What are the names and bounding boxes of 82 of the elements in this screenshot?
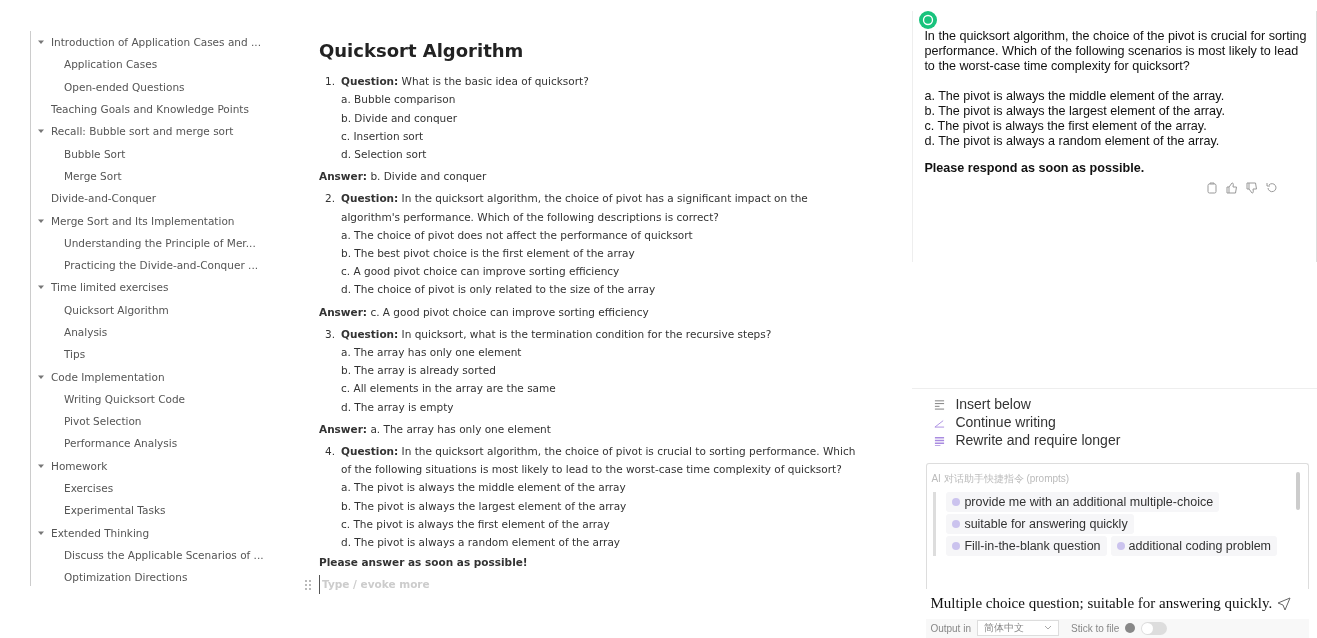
menu-item[interactable]: Rewrite and require longer — [934, 431, 1317, 450]
list-number: 4. — [325, 444, 337, 460]
stick-label: Stick to file — [1070, 622, 1120, 634]
outline-item[interactable]: Discuss the Applicable Scenarios of ... — [37, 543, 262, 567]
outline-item[interactable]: Experimental Tasks — [37, 499, 262, 522]
option-text: d. The pivot is always a random element of the array — [341, 535, 622, 551]
question-text: Question: What is the basic idea of quicksort? — [341, 74, 590, 90]
language-select[interactable]: 简体中文 — [976, 620, 1059, 637]
outline-item[interactable]: Time limited exercises — [37, 276, 262, 299]
toggle-switch[interactable] — [1141, 621, 1168, 635]
menu-item[interactable]: Insert below — [934, 395, 1317, 414]
option-text: c. Insertion sort — [341, 128, 425, 144]
list-number: 3. — [325, 326, 337, 342]
scrollbar[interactable] — [1296, 472, 1300, 511]
outline-item[interactable]: Merge Sort and Its Implementation — [37, 209, 262, 232]
regenerate-icon[interactable] — [1266, 182, 1278, 194]
lines-icon — [934, 434, 946, 446]
outline-item[interactable]: Analysis — [37, 320, 262, 344]
assistant-avatar-icon — [919, 11, 938, 29]
prompt-chip[interactable]: suitable for answering quickly — [946, 514, 1134, 535]
option-text: a. The pivot is always the middle element of the array. — [924, 89, 1226, 104]
option-text: c. A good pivot choice can improve sorting efficiency — [341, 264, 621, 280]
outline-item[interactable]: Tips — [37, 343, 262, 366]
outline-item[interactable]: Writing Quicksort Code — [37, 387, 262, 411]
question-text: Question: In the quicksort algorithm, the choice of pivot is crucial to sorting performance. Which of the following situations is most likely to lead to the worst-case time complexity of quicksort? — [341, 444, 857, 478]
question-text: Question: In quicksort, what is the termination condition for the recursive steps? — [341, 326, 773, 342]
send-icon[interactable] — [1277, 596, 1291, 611]
option-text: a. The pivot is always the middle element of the array — [341, 480, 627, 496]
option-text: a. The choice of pivot does not affect the performance of quicksort — [341, 227, 694, 243]
message-closing: Please respond as soon as possible. — [924, 161, 1146, 176]
option-text: c. All elements in the array are the same — [341, 381, 557, 397]
outline-item[interactable]: Exercises — [37, 476, 262, 500]
option-text: b. Divide and conquer — [341, 110, 458, 126]
drag-handle-icon[interactable] — [305, 579, 311, 590]
option-text: d. The pivot is always a random element of the array. — [924, 134, 1221, 149]
prompt-chip[interactable]: additional coding problem — [1110, 536, 1278, 557]
outline-item[interactable]: Optimization Directions — [37, 566, 262, 589]
option-text: d. The array is empty — [341, 399, 455, 415]
chevron-icon — [1043, 625, 1052, 632]
answer-text: Answer: a. The array has only one element — [319, 421, 552, 437]
outline-item[interactable]: Recall: Bubble sort and merge sort — [37, 120, 262, 143]
insert-below-icon — [934, 398, 946, 410]
outline-item[interactable]: Homework — [37, 454, 262, 477]
prompt-chip[interactable]: provide me with an additional multiple-choice — [946, 492, 1220, 513]
message-text: In the quicksort algorithm, the choice of the pivot is crucial for sorting performance. Which of the following scenarios is most likely to lead to the worst-case time complexity for quicksort? — [924, 29, 1308, 74]
outline-item[interactable]: Practicing the Divide-and-Conquer ... — [37, 253, 262, 277]
option-text: a. The array has only one element — [341, 345, 523, 361]
outline-item[interactable]: Pivot Selection — [37, 410, 262, 433]
thumbs-up-icon[interactable] — [1226, 182, 1238, 194]
outline-item[interactable]: Code Implementation — [37, 365, 262, 388]
option-text: c. The pivot is always the first element of the array. — [924, 119, 1208, 134]
outline-item[interactable]: Application Cases — [37, 53, 262, 76]
answer-text: Answer: c. A good pivot choice can improve sorting efficiency — [319, 304, 650, 320]
outline-item[interactable]: Bubble Sort — [37, 142, 262, 165]
question-text: Question: In the quicksort algorithm, the choice of pivot has a significant impact on the algorithm's performance. Which of the following descriptions is correct? — [341, 191, 809, 225]
option-text: d. The choice of pivot is only related to the size of the array — [341, 282, 657, 298]
outline-item[interactable]: Open-ended Questions — [37, 75, 262, 98]
output-label: Output in — [930, 622, 971, 634]
option-text: d. Selection sort — [341, 147, 428, 162]
thumbs-down-icon[interactable] — [1246, 182, 1258, 194]
option-text: b. The pivot is always the largest element of the array. — [924, 104, 1226, 119]
outline-item[interactable]: Quicksort Algorithm — [37, 298, 262, 321]
document-title: Quicksort Algorithm — [319, 42, 525, 61]
list-number: 1. — [325, 74, 337, 90]
outline-item[interactable]: Performance Analysis — [37, 432, 262, 455]
option-text: c. The pivot is always the first element of the array — [341, 516, 611, 532]
option-text: b. The best pivot choice is the first element of the array — [341, 246, 636, 262]
option-text: a. Bubble comparison — [341, 92, 457, 108]
answer-text: Answer: b. Divide and conquer — [319, 169, 488, 185]
info-icon[interactable] — [1125, 623, 1136, 634]
outline-item[interactable]: Introduction of Application Cases and ... — [37, 31, 262, 54]
outline-item[interactable]: Teaching Goals and Knowledge Points — [37, 97, 262, 121]
prompt-chip[interactable]: Fill-in-the-blank question — [946, 536, 1107, 557]
outline-item[interactable]: Extended Thinking — [37, 521, 262, 544]
outline-item[interactable]: Merge Sort — [37, 164, 262, 188]
outline-item[interactable]: Divide-and-Conquer — [37, 187, 262, 210]
menu-item[interactable]: Continue writing — [934, 413, 1317, 432]
outline-item[interactable]: Understanding the Principle of Mer... — [37, 231, 262, 254]
closing-text: Please answer as soon as possible! — [319, 555, 529, 571]
option-text: b. The array is already sorted — [341, 363, 497, 379]
list-number: 2. — [325, 191, 337, 207]
option-text: b. The pivot is always the largest element of the array — [341, 498, 628, 514]
